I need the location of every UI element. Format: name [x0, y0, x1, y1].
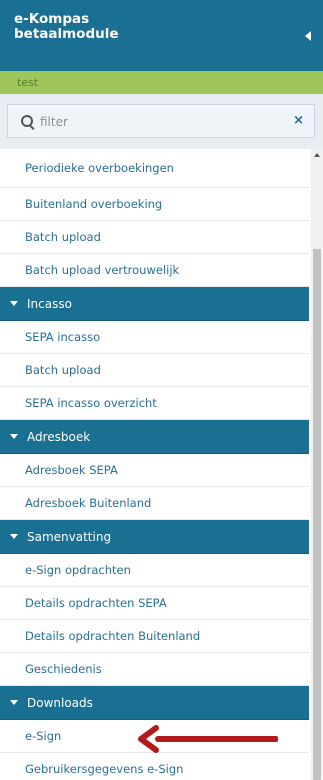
- menu-item-sepa-incasso-overzicht[interactable]: SEPA incasso overzicht: [0, 387, 309, 420]
- filter-input[interactable]: [38, 111, 282, 133]
- section-incasso[interactable]: Incasso: [0, 287, 309, 321]
- menu-scrollbar[interactable]: [311, 149, 323, 780]
- menu-item-details-opdrachten-buitenland[interactable]: Details opdrachten Buitenland: [0, 620, 309, 653]
- menu-item-esign-opdrachten[interactable]: e-Sign opdrachten: [0, 554, 309, 587]
- navigation-menu: Periodieke overboekingen Buitenland over…: [0, 149, 309, 780]
- section-samenvatting[interactable]: Samenvatting: [0, 520, 309, 554]
- panel-header: e-Kompas betaalmodule: [0, 0, 323, 71]
- search-icon: [21, 115, 33, 127]
- section-title: Adresboek: [27, 430, 91, 444]
- scrollbar-thumb[interactable]: [313, 249, 321, 780]
- caret-down-icon: [10, 301, 18, 306]
- menu-item-buitenland-overboeking[interactable]: Buitenland overboeking: [0, 188, 309, 221]
- menu-item-batch-upload[interactable]: Batch upload: [0, 221, 309, 254]
- user-bar: test: [0, 71, 323, 94]
- menu-item-gebruikersgegevens-esign[interactable]: Gebruikersgegevens e-Sign: [0, 753, 309, 780]
- caret-down-icon: [10, 534, 18, 539]
- caret-down-icon: [10, 434, 18, 439]
- menu-item-adresboek-sepa[interactable]: Adresboek SEPA: [0, 454, 309, 487]
- section-adresboek[interactable]: Adresboek: [0, 420, 309, 454]
- filter-area: ×: [0, 94, 323, 149]
- app-title: e-Kompas betaalmodule: [14, 11, 119, 42]
- red-arrow-annotation-icon: [138, 725, 278, 753]
- section-title: Samenvatting: [27, 530, 112, 544]
- scroll-up-arrow-icon[interactable]: [314, 153, 320, 157]
- menu-item-periodieke-overboekingen[interactable]: Periodieke overboekingen: [0, 149, 309, 188]
- close-icon[interactable]: ×: [293, 112, 304, 130]
- filter-box: ×: [7, 104, 315, 138]
- menu-item-batch-upload-vertrouwelijk[interactable]: Batch upload vertrouwelijk: [0, 254, 309, 287]
- section-title: Downloads: [27, 696, 93, 710]
- user-name: test: [17, 76, 39, 89]
- section-title: Incasso: [27, 297, 72, 311]
- menu-item-geschiedenis[interactable]: Geschiedenis: [0, 653, 309, 686]
- menu-item-incasso-batch-upload[interactable]: Batch upload: [0, 354, 309, 387]
- side-panel: e-Kompas betaalmodule test × Periodieke …: [0, 0, 323, 780]
- caret-left-icon[interactable]: [305, 31, 311, 41]
- section-downloads[interactable]: Downloads: [0, 686, 309, 720]
- menu-item-sepa-incasso[interactable]: SEPA incasso: [0, 321, 309, 354]
- caret-down-icon: [10, 700, 18, 705]
- menu-item-details-opdrachten-sepa[interactable]: Details opdrachten SEPA: [0, 587, 309, 620]
- menu-item-adresboek-buitenland[interactable]: Adresboek Buitenland: [0, 487, 309, 520]
